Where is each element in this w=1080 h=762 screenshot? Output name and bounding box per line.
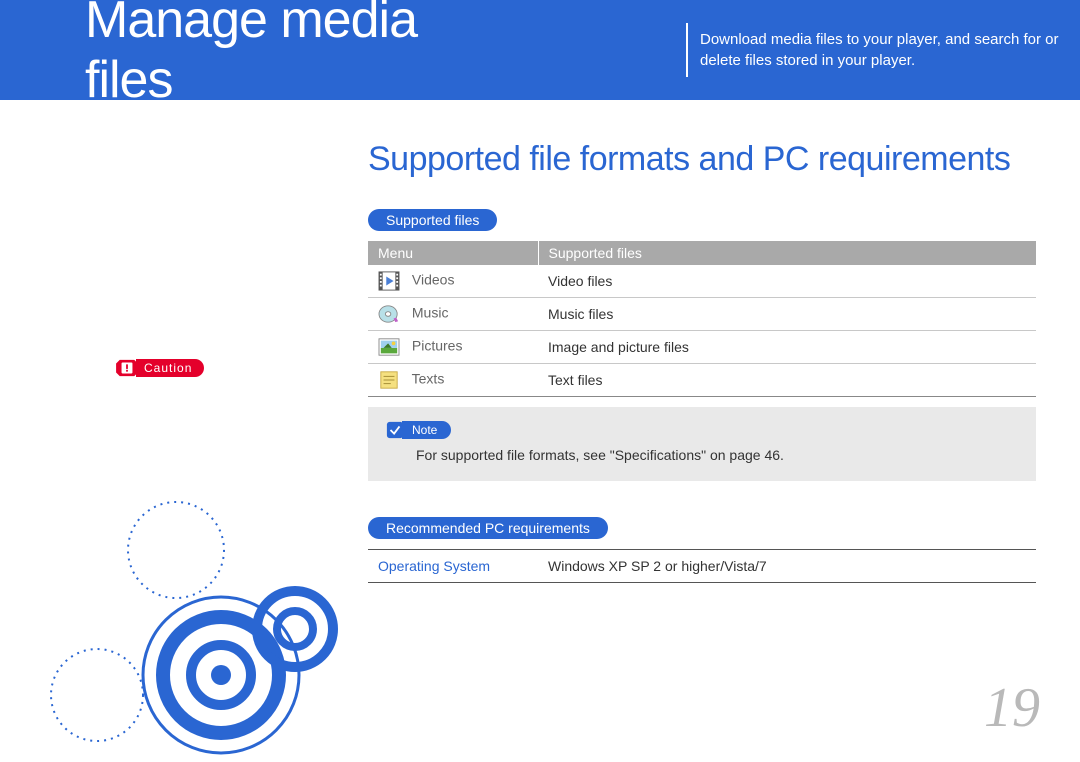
note-text: For supported file formats, see "Specifi… — [416, 447, 1018, 463]
picture-icon — [378, 337, 400, 357]
main-content: Supported file formats and PC requiremen… — [0, 100, 1080, 623]
col-supported: Supported files — [538, 241, 1036, 265]
video-icon — [378, 271, 400, 291]
music-icon — [378, 304, 400, 324]
os-value: Windows XP SP 2 or higher/Vista/7 — [538, 550, 1036, 583]
note-label: Note — [402, 421, 451, 439]
page-subtitle: Download media files to your player, and… — [700, 29, 1080, 71]
table-row: Music Music files — [368, 298, 1036, 331]
page-number: 19 — [984, 676, 1040, 740]
pc-req-pill: Recommended PC requirements — [368, 517, 608, 539]
pc-requirements-table: Operating System Windows XP SP 2 or high… — [368, 549, 1036, 583]
os-label: Operating System — [368, 550, 538, 583]
table-row: Texts Text files — [368, 364, 1036, 397]
cell-supported: Music files — [538, 298, 1036, 331]
header-divider — [686, 23, 688, 77]
cell-supported: Video files — [538, 265, 1036, 298]
table-row: Pictures Image and picture files — [368, 331, 1036, 364]
table-row: Operating System Windows XP SP 2 or high… — [368, 550, 1036, 583]
decor-dotted-bottom — [42, 640, 152, 750]
supported-files-table: Menu Supported files Videos Vide — [368, 241, 1036, 397]
header-banner: Manage media files Download media files … — [0, 0, 1080, 100]
section-title: Supported file formats and PC requiremen… — [368, 140, 1040, 179]
supported-files-pill: Supported files — [368, 209, 497, 231]
col-menu: Menu — [368, 241, 538, 265]
page-title: Manage media files — [85, 0, 476, 110]
cell-supported: Image and picture files — [538, 331, 1036, 364]
table-row: Videos Video files — [368, 265, 1036, 298]
cell-menu: Videos — [412, 272, 455, 288]
text-icon — [378, 370, 400, 390]
note-box: Note For supported file formats, see "Sp… — [368, 407, 1036, 481]
cell-menu: Music — [412, 305, 449, 321]
cell-menu: Texts — [412, 371, 445, 387]
cell-menu: Pictures — [412, 338, 463, 354]
cell-supported: Text files — [538, 364, 1036, 397]
